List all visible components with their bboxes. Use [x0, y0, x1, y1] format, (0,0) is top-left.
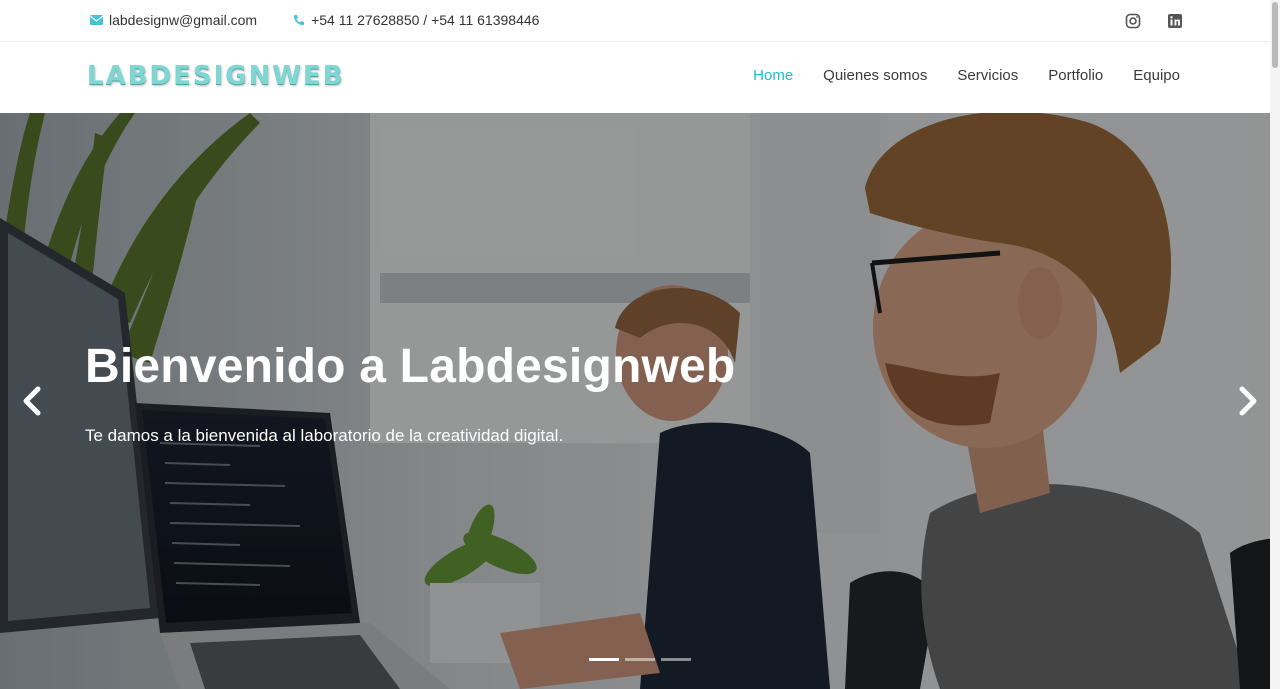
phone-contact[interactable]: +54 11 27628850 / +54 11 61398446 [293, 12, 539, 28]
instagram-icon[interactable] [1125, 13, 1141, 29]
social-links [1125, 13, 1183, 29]
main-navbar: LABDESIGNWEB Home Quienes somos Servicio… [0, 43, 1280, 113]
top-contact-bar: labdesignw@gmail.com +54 11 27628850 / +… [0, 0, 1280, 42]
nav-item-servicios[interactable]: Servicios [957, 67, 1018, 84]
chevron-left-icon [23, 386, 41, 416]
carousel-indicator-2[interactable] [625, 658, 655, 661]
email-text: labdesignw@gmail.com [109, 12, 258, 28]
phone-icon [294, 15, 305, 25]
chevron-right-icon [1239, 386, 1257, 416]
carousel-indicator-3[interactable] [661, 658, 691, 661]
main-nav: Home Quienes somos Servicios Portfolio E… [723, 67, 1180, 84]
phone-text: +54 11 27628850 / +54 11 61398446 [311, 12, 540, 28]
hero-title: Bienvenido a Labdesignweb [85, 340, 736, 393]
nav-item-home[interactable]: Home [753, 67, 793, 84]
nav-item-quienes-somos[interactable]: Quienes somos [823, 67, 927, 84]
hero-subtitle: Te damos a la bienvenida al laboratorio … [85, 426, 564, 445]
scrollbar-thumb[interactable] [1272, 2, 1278, 68]
page-scrollbar[interactable] [1270, 0, 1280, 689]
carousel-indicators [589, 658, 697, 661]
linkedin-icon[interactable] [1167, 13, 1183, 29]
hero-overlay [0, 113, 1280, 689]
email-contact[interactable]: labdesignw@gmail.com [90, 12, 257, 28]
nav-item-equipo[interactable]: Equipo [1133, 67, 1180, 84]
carousel-next-arrow[interactable] [1236, 385, 1260, 417]
contact-info: labdesignw@gmail.com +54 11 27628850 / +… [90, 12, 539, 28]
envelope-icon [90, 15, 103, 25]
carousel-indicator-1[interactable] [589, 658, 619, 661]
site-logo[interactable]: LABDESIGNWEB [87, 61, 345, 91]
carousel-prev-arrow[interactable] [20, 385, 44, 417]
nav-item-portfolio[interactable]: Portfolio [1048, 67, 1103, 84]
hero-carousel: Bienvenido a Labdesignweb Te damos a la … [0, 113, 1280, 689]
